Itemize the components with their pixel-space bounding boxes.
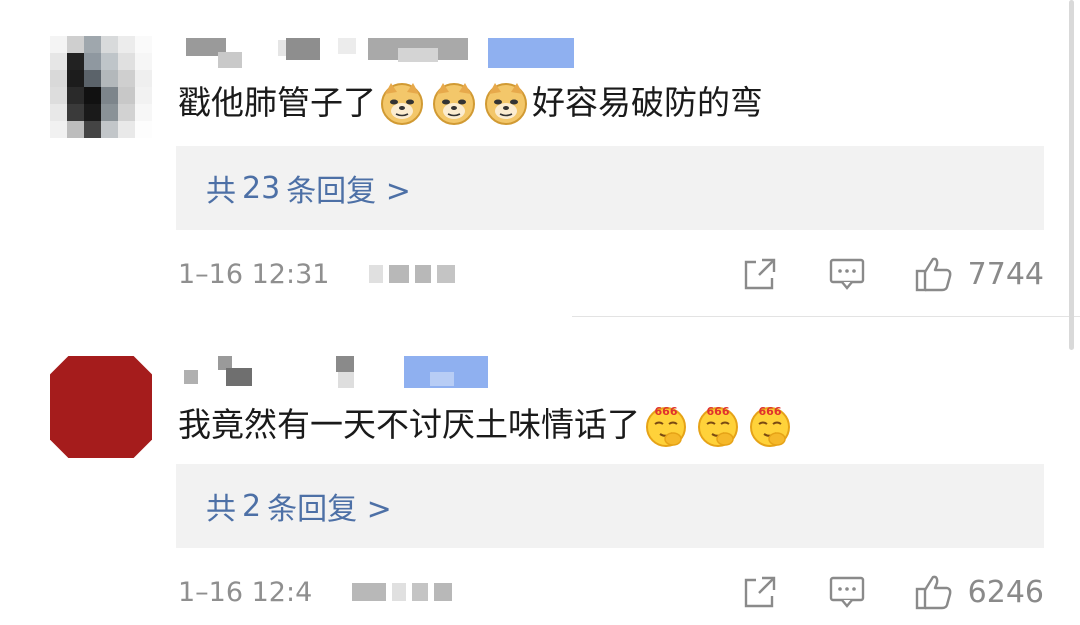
replies-count: 23 xyxy=(242,170,281,206)
avatar[interactable] xyxy=(50,36,152,138)
replies-suffix: 条回复 > xyxy=(267,492,392,527)
comment-icon xyxy=(828,574,866,610)
share-icon xyxy=(742,574,778,610)
comment-text-part: 戳他肺管子了 xyxy=(178,83,376,122)
comment-icon xyxy=(828,256,866,292)
comment-button[interactable] xyxy=(828,574,866,610)
like-button[interactable]: 6246 xyxy=(914,573,1044,611)
like-icon xyxy=(914,255,954,293)
comment-button[interactable] xyxy=(828,256,866,292)
share-icon xyxy=(742,256,778,292)
scrollbar[interactable] xyxy=(1069,0,1074,350)
location-blurred xyxy=(369,265,456,283)
view-replies-button[interactable]: 共 2 条回复 > xyxy=(176,464,1044,548)
username-blurred[interactable] xyxy=(178,34,598,70)
like-count: 7744 xyxy=(967,256,1044,292)
666-emoji: 666 xyxy=(643,402,689,448)
comment-actions: 7744 xyxy=(742,254,1044,294)
username-blurred[interactable] xyxy=(178,354,598,390)
view-replies-button[interactable]: 共 23 条回复 > xyxy=(176,146,1044,230)
share-button[interactable] xyxy=(742,574,778,610)
comment-text: 戳他肺管子了 好容易破防的弯 xyxy=(178,80,763,126)
replies-prefix: 共 xyxy=(206,174,236,209)
svg-text:666: 666 xyxy=(655,405,678,418)
doge-emoji xyxy=(483,80,529,126)
comment-meta: 1–16 12:4 xyxy=(178,572,453,612)
svg-text:666: 666 xyxy=(759,405,782,418)
avatar[interactable] xyxy=(50,356,152,458)
svg-text:666: 666 xyxy=(707,405,730,418)
666-emoji: 666 xyxy=(695,402,741,448)
doge-emoji xyxy=(379,80,425,126)
comment-item: 戳他肺管子了 好容易破防的弯 共 23 条回复 > 1–16 12:31 774… xyxy=(0,0,1080,318)
location-blurred xyxy=(352,583,453,601)
comment-actions: 6246 xyxy=(742,572,1044,612)
comment-text: 我竟然有一天不讨厌土味情话了 666 666 666 xyxy=(178,402,796,448)
comment-text-part: 我竟然有一天不讨厌土味情话了 xyxy=(178,405,640,444)
like-button[interactable]: 7744 xyxy=(914,255,1044,293)
like-count: 6246 xyxy=(967,574,1044,610)
timestamp: 1–16 12:31 xyxy=(178,258,330,290)
like-icon xyxy=(914,573,954,611)
doge-emoji xyxy=(431,80,477,126)
replies-suffix: 条回复 > xyxy=(286,174,411,209)
share-button[interactable] xyxy=(742,256,778,292)
666-emoji: 666 xyxy=(747,402,793,448)
divider xyxy=(572,316,1080,317)
replies-prefix: 共 xyxy=(206,492,236,527)
comment-text-part: 好容易破防的弯 xyxy=(532,83,763,122)
comment-meta: 1–16 12:31 xyxy=(178,254,456,294)
timestamp: 1–16 12:4 xyxy=(178,576,313,608)
replies-count: 2 xyxy=(242,488,262,524)
comment-item: 我竟然有一天不讨厌土味情话了 666 666 666 共 2 条回复 > 1–1… xyxy=(0,318,1080,625)
